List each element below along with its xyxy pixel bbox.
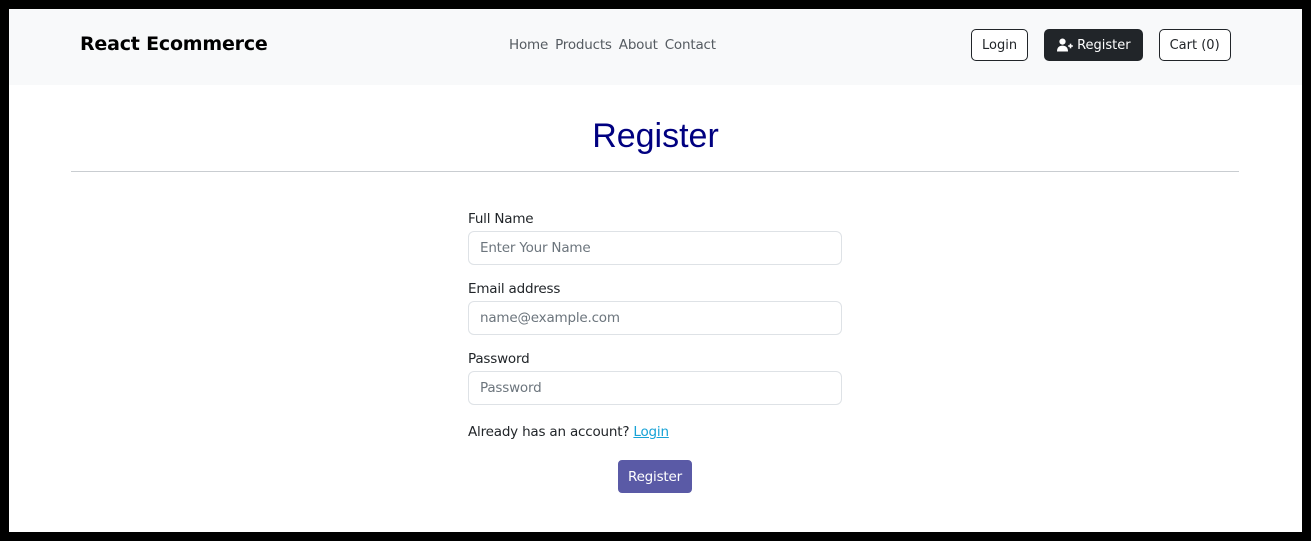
name-label: Full Name (468, 211, 534, 227)
register-form: Full Name Email address Password Already… (468, 211, 842, 493)
account-text: Already has an account? (468, 424, 630, 440)
password-field-group: Password (468, 351, 842, 405)
submit-wrap: Register (468, 460, 842, 493)
name-input[interactable] (468, 231, 842, 265)
nav-buttons: Login Register Cart (0) (971, 29, 1231, 61)
navbar: React Ecommerce Home Products About Cont… (9, 9, 1302, 85)
register-submit-button[interactable]: Register (618, 460, 692, 493)
password-label: Password (468, 351, 530, 367)
register-nav-button[interactable]: Register (1044, 29, 1143, 61)
name-field-group: Full Name (468, 211, 842, 265)
cart-button-label: Cart (0) (1169, 37, 1220, 53)
page-title: Register (592, 117, 719, 155)
nav-link-contact[interactable]: Contact (665, 37, 716, 53)
nav-link-products[interactable]: Products (555, 37, 612, 53)
email-label: Email address (468, 281, 561, 297)
register-nav-label: Register (1077, 37, 1131, 53)
nav-link-about[interactable]: About (619, 37, 658, 53)
email-field-group: Email address (468, 281, 842, 335)
cart-button[interactable]: Cart (0) (1158, 29, 1231, 61)
register-submit-label: Register (628, 468, 682, 485)
login-link[interactable]: Login (633, 424, 669, 440)
brand-logo[interactable]: React Ecommerce (80, 33, 268, 55)
login-button[interactable]: Login (971, 29, 1029, 61)
login-button-label: Login (982, 37, 1018, 53)
email-input[interactable] (468, 301, 842, 335)
nav-link-home[interactable]: Home (509, 37, 548, 53)
password-input[interactable] (468, 371, 842, 405)
nav-links: Home Products About Contact (509, 37, 716, 53)
title-divider (71, 171, 1239, 172)
page-frame: React Ecommerce Home Products About Cont… (9, 9, 1302, 532)
account-prompt: Already has an account? Login (468, 424, 842, 440)
user-plus-icon (1057, 38, 1073, 52)
